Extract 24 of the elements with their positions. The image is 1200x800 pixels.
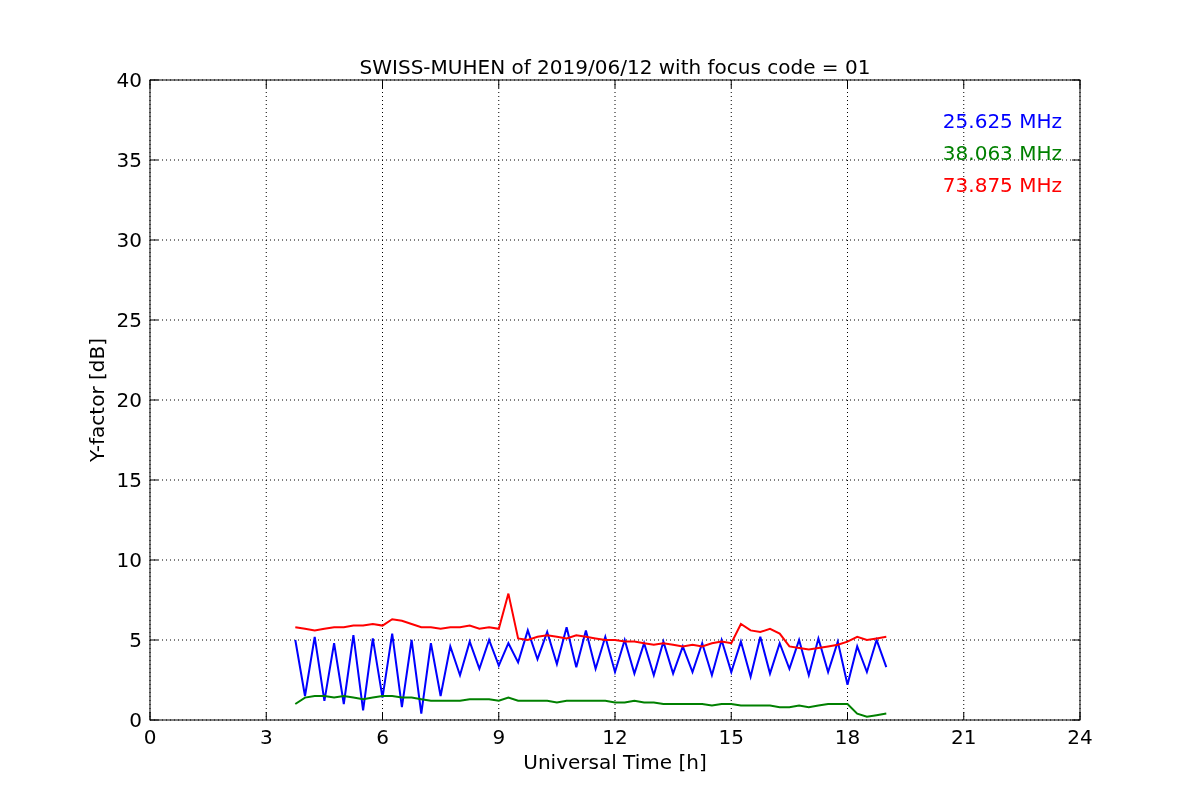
x-tick-label: 6 [376,725,389,749]
chart-title: SWISS-MUHEN of 2019/06/12 with focus code = 01 [359,55,871,79]
y-tick-label: 30 [116,228,142,252]
y-tick-label: 0 [129,708,142,732]
x-axis-label: Universal Time [h] [523,750,707,774]
y-tick-label: 10 [116,548,142,572]
legend-label: 73.875 MHz [942,173,1062,197]
x-tick-label: 3 [259,725,273,749]
x-tick-label: 9 [492,725,506,749]
y-tick-label: 25 [116,308,142,332]
y-tick-label: 15 [116,468,142,492]
legend-label: 38.063 MHz [942,141,1062,165]
legend-label: 25.625 MHz [942,109,1062,133]
x-tick-label: 0 [143,725,157,749]
x-tick-label: 12 [602,725,628,749]
y-tick-label: 20 [116,388,142,412]
y-axis-label: Y-factor [dB] [85,338,109,462]
x-tick-label: 21 [951,725,977,749]
y-tick-label: 35 [116,148,142,172]
x-tick-label: 15 [718,725,744,749]
x-tick-label: 24 [1067,725,1093,749]
x-tick-label: 18 [834,725,861,749]
y-tick-label: 40 [116,68,142,92]
y-tick-label: 5 [129,628,142,652]
